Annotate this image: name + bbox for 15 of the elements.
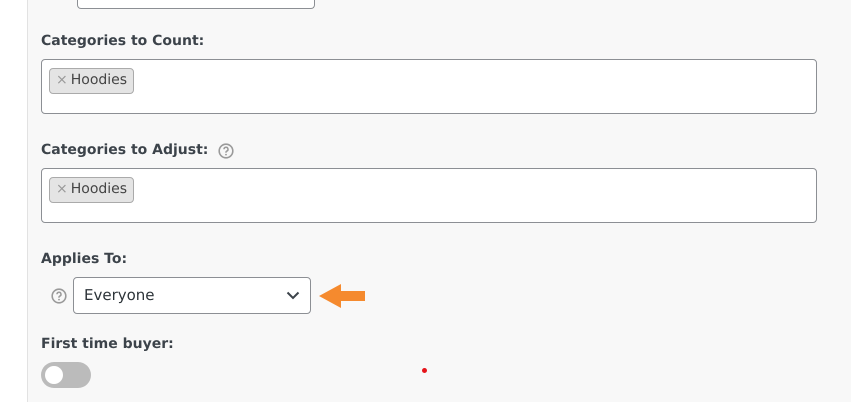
- tag-field[interactable]: × Hoodies: [41, 168, 817, 223]
- dot: [422, 368, 427, 373]
- help-icon[interactable]: [218, 142, 234, 158]
- category-tag[interactable]: × Hoodies: [49, 68, 134, 94]
- text-field[interactable]: [77, 0, 315, 9]
- field-label: Categories to Adjust:: [41, 141, 208, 160]
- help-icon[interactable]: [51, 288, 67, 304]
- category-tag[interactable]: × Hoodies: [49, 177, 134, 203]
- field-label: Applies To:: [41, 250, 128, 269]
- field-label: First time buyer:: [41, 335, 174, 354]
- chevron-down-icon: [286, 291, 300, 300]
- field-label: Categories to Count:: [41, 32, 204, 51]
- toggle-switch[interactable]: [41, 362, 91, 388]
- applies-to-select[interactable]: Everyone: [73, 277, 311, 314]
- tag-field[interactable]: × Hoodies: [41, 59, 817, 114]
